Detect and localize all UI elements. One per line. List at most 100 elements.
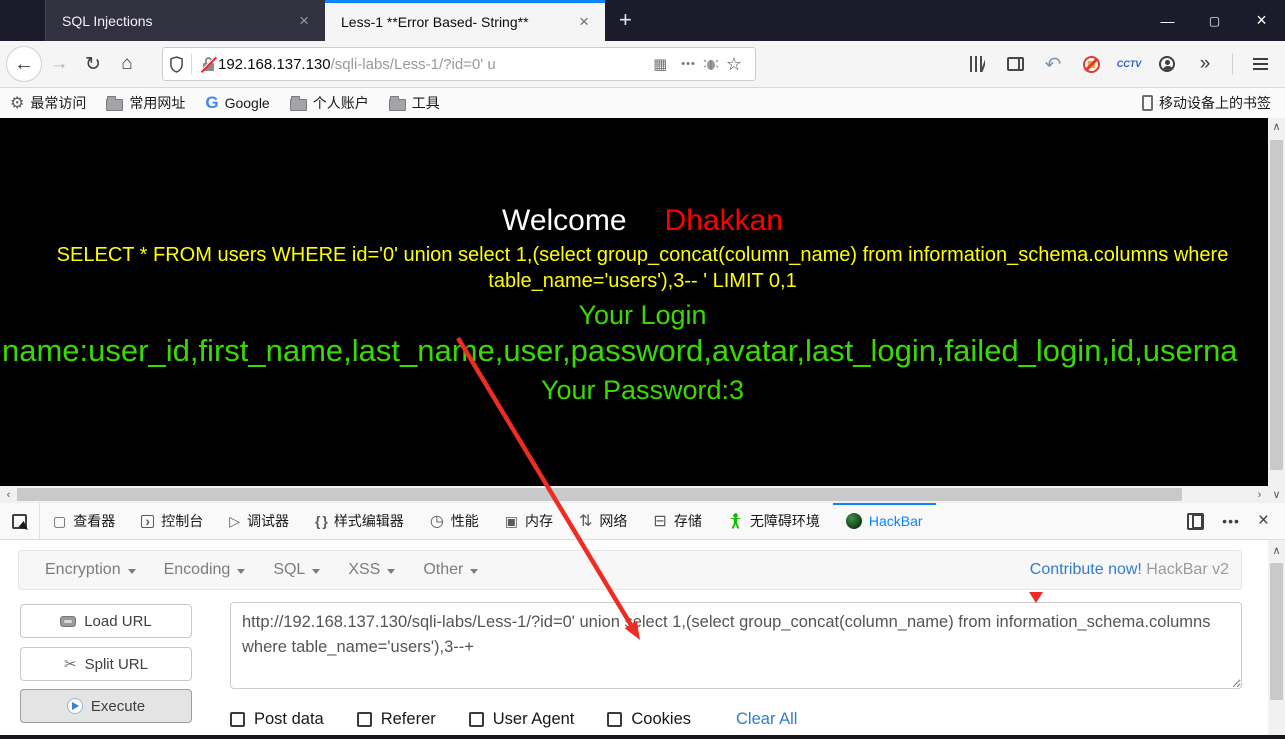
devtools-tab-memory[interactable]: ▣内存 <box>492 503 566 539</box>
devtools-close-icon[interactable]: × <box>1250 510 1277 532</box>
devtools-tab-accessibility[interactable]: 无障碍环境 <box>715 503 833 539</box>
devtools-right-buttons: ••• × <box>1178 503 1285 539</box>
window-minimize-icon[interactable]: — <box>1144 0 1191 41</box>
password-label: Your Password:3 <box>0 375 1285 406</box>
bookmark-google[interactable]: GGoogle <box>195 88 279 118</box>
folder-icon <box>106 99 123 111</box>
menu-xss[interactable]: XSS <box>334 561 409 579</box>
bookmark-star-icon[interactable]: ☆ <box>719 54 749 75</box>
menu-encoding[interactable]: Encoding <box>150 561 260 579</box>
devtools-options-icon[interactable]: ••• <box>1214 513 1248 529</box>
checkbox-icon[interactable] <box>357 712 372 727</box>
split-url-button[interactable]: ✂Split URL <box>20 647 192 681</box>
checkbox-post-data[interactable]: Post data <box>230 710 324 729</box>
toolbar-right-icons: ↶ CCTV » <box>960 49 1285 79</box>
checkbox-referer[interactable]: Referer <box>357 710 436 729</box>
devtools-tab-style-editor[interactable]: { }样式编辑器 <box>302 503 417 539</box>
tracking-shield-icon[interactable] <box>169 56 184 73</box>
menu-encryption[interactable]: Encryption <box>31 561 150 579</box>
checkbox-user-agent[interactable]: User Agent <box>469 710 575 729</box>
gear-icon: ⚙ <box>10 93 24 113</box>
storage-icon: ⊟ <box>653 511 666 531</box>
scroll-up-icon[interactable]: ∧ <box>1268 118 1285 135</box>
clear-all-link[interactable]: Clear All <box>736 710 797 729</box>
bookmark-folder-common[interactable]: 常用网址 <box>96 88 195 118</box>
back-button[interactable]: ← <box>6 46 42 82</box>
hackbar-menubar: Encryption Encoding SQL XSS Other Contri… <box>18 550 1242 590</box>
contribute-link[interactable]: Contribute now! <box>1030 561 1142 578</box>
responsive-design-icon[interactable] <box>1178 506 1212 536</box>
load-url-button[interactable]: Load URL <box>20 604 192 638</box>
play-icon <box>67 698 83 714</box>
undo-closed-tab-icon[interactable]: ↶ <box>1036 49 1070 79</box>
sidebar-icon[interactable] <box>998 49 1032 79</box>
console-icon: › <box>141 515 154 528</box>
home-icon[interactable]: ⌂ <box>110 53 144 75</box>
page-actions-icon[interactable]: ••• <box>674 58 703 70</box>
navigation-toolbar: ← → ↻ ⌂ 192.168.137.130/sqli-labs/Less-1… <box>0 41 1285 88</box>
devtools-tab-network[interactable]: ⇅网络 <box>566 503 640 539</box>
tab-bar: SQL Injections × Less-1 **Error Based- S… <box>0 0 1285 41</box>
divider <box>191 54 192 74</box>
scroll-up-icon[interactable]: ∧ <box>1268 542 1285 559</box>
checkbox-icon[interactable] <box>230 712 245 727</box>
devtools-tab-hackbar[interactable]: HackBar <box>833 503 936 539</box>
devtools-tab-storage[interactable]: ⊟存储 <box>640 503 714 539</box>
checkbox-icon[interactable] <box>607 712 622 727</box>
overflow-chevron-icon[interactable]: » <box>1188 49 1222 79</box>
devtools-tab-debugger[interactable]: ▷调试器 <box>216 503 302 539</box>
url-text[interactable]: 192.168.137.130/sqli-labs/Less-1/?id=0' … <box>218 56 646 73</box>
devtools-tab-inspector[interactable]: ▢查看器 <box>40 503 128 539</box>
scrollbar-thumb[interactable] <box>1270 140 1283 470</box>
hackbar-panel: Encryption Encoding SQL XSS Other Contri… <box>0 540 1285 735</box>
window-maximize-icon[interactable]: ▢ <box>1191 0 1238 41</box>
chevron-down-icon <box>237 569 245 574</box>
tab-close-icon[interactable]: × <box>293 11 315 31</box>
page-horizontal-scrollbar[interactable]: ‹ › <box>0 486 1268 503</box>
login-label: Your Login <box>0 300 1285 331</box>
scrollbar-thumb[interactable] <box>17 488 1182 501</box>
devtools-tab-console[interactable]: ›控制台 <box>128 503 216 539</box>
menu-other[interactable]: Other <box>409 561 492 579</box>
payload-textarea[interactable]: http://192.168.137.130/sqli-labs/Less-1/… <box>230 602 1242 689</box>
page-content: WelcomeDhakkan SELECT * FROM users WHERE… <box>0 118 1285 486</box>
scrollbar-thumb[interactable] <box>1270 563 1283 700</box>
qr-code-icon[interactable]: ▦ <box>646 55 674 73</box>
tab-title: SQL Injections <box>62 13 293 29</box>
hackbar-vertical-scrollbar[interactable]: ∧ <box>1268 540 1285 735</box>
scroll-left-icon[interactable]: ‹ <box>0 486 17 503</box>
tab-close-icon[interactable]: × <box>573 12 595 32</box>
window-close-icon[interactable]: × <box>1238 0 1285 41</box>
pick-element-button[interactable] <box>0 503 40 539</box>
bug-icon[interactable] <box>703 57 719 71</box>
bookmark-folder-tools[interactable]: 工具 <box>379 88 450 118</box>
new-tab-button[interactable]: + <box>605 3 646 41</box>
bottom-edge-strip <box>0 735 1285 739</box>
chevron-down-icon <box>128 569 136 574</box>
bookmark-most-visited[interactable]: ⚙最常访问 <box>0 88 96 118</box>
bookmark-folder-personal[interactable]: 个人账户 <box>280 88 379 118</box>
menu-sql[interactable]: SQL <box>259 561 334 579</box>
devtools-toolbar: ▢查看器 ›控制台 ▷调试器 { }样式编辑器 ◷性能 ▣内存 ⇅网络 ⊟存储 … <box>0 503 1285 540</box>
insecure-lock-icon[interactable] <box>201 56 216 72</box>
reload-icon[interactable]: ↻ <box>76 53 110 76</box>
account-icon[interactable] <box>1150 49 1184 79</box>
url-bar[interactable]: 192.168.137.130/sqli-labs/Less-1/?id=0' … <box>162 47 756 81</box>
execute-button[interactable]: Execute <box>20 689 192 723</box>
scroll-right-icon[interactable]: › <box>1251 486 1268 503</box>
scroll-down-icon[interactable]: ∨ <box>1268 486 1285 503</box>
bookmark-mobile[interactable]: 移动设备上的书签 <box>1132 88 1285 118</box>
hamburger-menu-icon[interactable] <box>1243 49 1277 79</box>
flash-blocked-icon[interactable] <box>1074 49 1108 79</box>
cctv-extension-icon[interactable]: CCTV <box>1112 49 1146 79</box>
devtools-tab-performance[interactable]: ◷性能 <box>417 503 492 539</box>
library-icon[interactable] <box>960 49 994 79</box>
checkbox-cookies[interactable]: Cookies <box>607 710 691 729</box>
url-path: /sqli-labs/Less-1/?id=0' u <box>331 56 496 73</box>
tab-sql-injections[interactable]: SQL Injections × <box>45 0 325 41</box>
scissors-icon: ✂ <box>64 655 77 673</box>
forward-icon[interactable]: → <box>42 53 76 75</box>
tab-less1-active[interactable]: Less-1 **Error Based- String** × <box>325 0 605 41</box>
page-vertical-scrollbar[interactable]: ∧ ∨ <box>1268 118 1285 503</box>
checkbox-icon[interactable] <box>469 712 484 727</box>
